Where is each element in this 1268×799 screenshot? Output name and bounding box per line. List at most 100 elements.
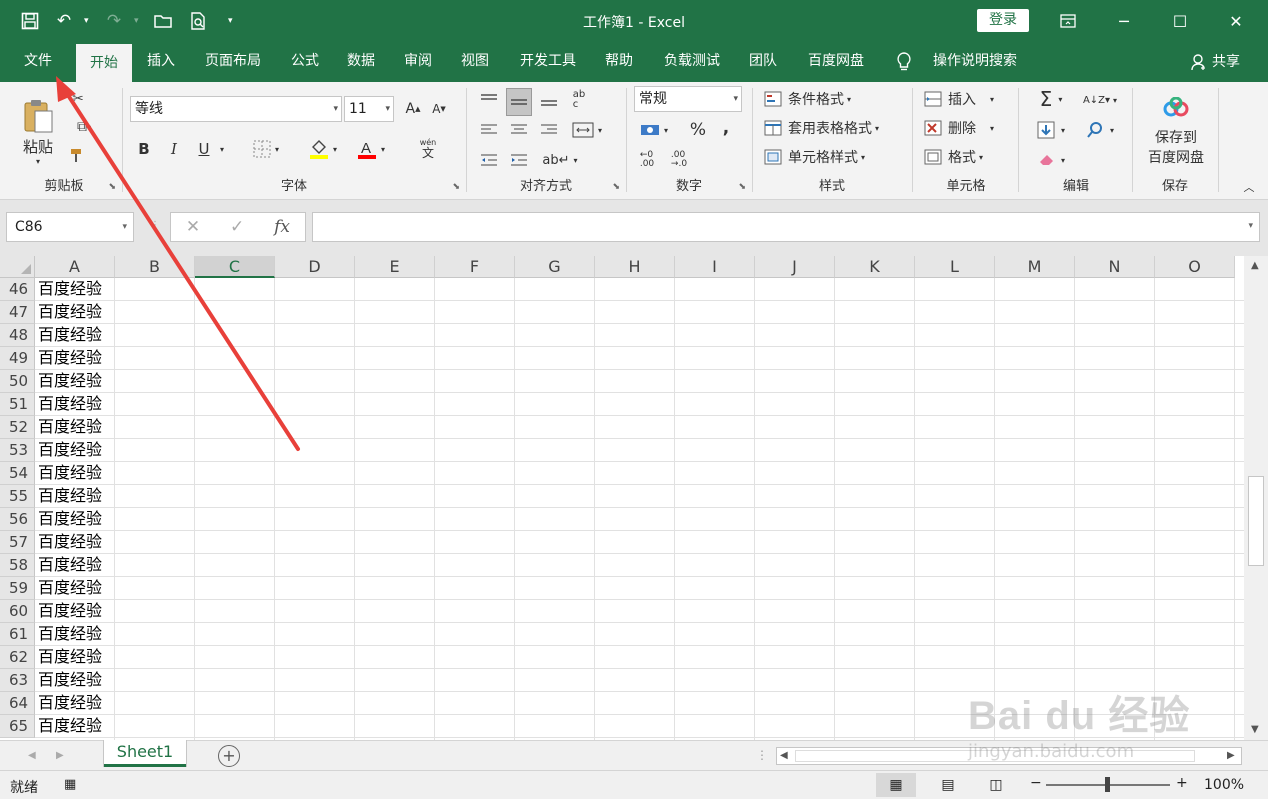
clear-icon[interactable]: ▾ — [1028, 148, 1074, 172]
align-center-icon[interactable] — [506, 118, 532, 142]
page-break-view-icon[interactable]: ◫ — [976, 773, 1016, 797]
column-header[interactable]: H — [595, 256, 675, 278]
cell-a[interactable]: 百度经验 — [35, 278, 115, 301]
font-launcher-icon[interactable]: ⬊ — [452, 182, 460, 192]
column-header[interactable]: F — [435, 256, 515, 278]
sheet-tab-sheet1[interactable]: Sheet1 — [104, 740, 186, 767]
column-header[interactable]: D — [275, 256, 355, 278]
tab-home[interactable]: 开始 — [76, 44, 132, 82]
ribbon-display-options-icon[interactable] — [1040, 0, 1096, 42]
scroll-right-icon[interactable]: ▶ — [1227, 750, 1235, 761]
bold-button[interactable]: B — [134, 138, 154, 160]
name-box[interactable]: C86 ▾ — [6, 212, 134, 242]
login-button[interactable]: 登录 — [977, 9, 1029, 32]
cell-a[interactable]: 百度经验 — [35, 577, 115, 600]
align-left-icon[interactable] — [476, 118, 502, 142]
tab-view[interactable]: 视图 — [454, 42, 496, 82]
open-icon[interactable] — [150, 9, 178, 33]
italic-button[interactable]: I — [164, 138, 184, 160]
worksheet-grid[interactable]: A B C D E F G H I J K L M N O 46 百度经验 47 百度经验 48 百度经验 49 百度经验 5… — [0, 256, 1244, 740]
scroll-down-icon[interactable]: ▼ — [1251, 724, 1259, 735]
cell-a[interactable]: 百度经验 — [35, 393, 115, 416]
close-icon[interactable]: ✕ — [1208, 0, 1264, 42]
macro-record-icon[interactable]: ▦ — [64, 777, 76, 792]
format-painter-icon[interactable] — [66, 144, 90, 166]
cell-a[interactable]: 百度经验 — [35, 347, 115, 370]
fill-color-icon[interactable]: ▾ — [304, 136, 342, 162]
underline-dropdown-icon[interactable]: ▾ — [216, 138, 228, 160]
row-header[interactable]: 59 — [0, 577, 35, 600]
next-sheet-icon[interactable]: ▶ — [56, 750, 64, 761]
column-header[interactable]: J — [755, 256, 835, 278]
row-header[interactable]: 50 — [0, 370, 35, 393]
font-color-icon[interactable]: A ▾ — [352, 136, 390, 162]
borders-icon[interactable]: ▾ — [248, 138, 284, 160]
tab-baidu-netdisk[interactable]: 百度网盘 — [798, 42, 874, 82]
vertical-scroll-thumb[interactable] — [1248, 476, 1264, 566]
column-header[interactable]: I — [675, 256, 755, 278]
row-header[interactable]: 64 — [0, 692, 35, 715]
page-layout-view-icon[interactable]: ▤ — [928, 773, 968, 797]
row-header[interactable]: 65 — [0, 715, 35, 738]
comma-style-button[interactable]: , — [716, 116, 736, 140]
number-launcher-icon[interactable]: ⬊ — [738, 182, 746, 192]
maximize-icon[interactable]: ☐ — [1152, 0, 1208, 42]
cell-a[interactable]: 百度经验 — [35, 600, 115, 623]
cell-a[interactable]: 百度经验 — [35, 531, 115, 554]
save-to-baidu-netdisk-button[interactable]: 保存到 百度网盘 — [1138, 94, 1214, 170]
zoom-in-button[interactable]: + — [1176, 775, 1188, 791]
minimize-icon[interactable]: ─ — [1096, 0, 1152, 42]
find-select-icon[interactable]: ▾ — [1078, 118, 1122, 142]
tab-developer[interactable]: 开发工具 — [510, 42, 586, 82]
tab-team[interactable]: 团队 — [742, 42, 784, 82]
middle-align-icon[interactable] — [506, 88, 532, 116]
clipboard-launcher-icon[interactable]: ⬊ — [108, 182, 116, 192]
paste-dropdown-icon[interactable]: ▾ — [36, 157, 40, 166]
column-header[interactable]: A — [35, 256, 115, 278]
formula-input[interactable]: ▾ — [312, 212, 1260, 242]
undo-icon[interactable]: ↶ — [50, 9, 78, 33]
tab-page-layout[interactable]: 页面布局 — [196, 42, 270, 82]
column-header[interactable]: M — [995, 256, 1075, 278]
cell-a[interactable]: 百度经验 — [35, 692, 115, 715]
cut-icon[interactable]: ✂ — [66, 88, 90, 110]
column-header[interactable]: L — [915, 256, 995, 278]
collapse-ribbon-icon[interactable]: ︿ — [1240, 178, 1258, 196]
undo-dropdown-icon[interactable]: ▾ — [84, 16, 94, 26]
select-all-button[interactable] — [0, 256, 35, 278]
autosum-icon[interactable]: Σ ▾ — [1028, 86, 1074, 112]
cell-styles-button[interactable]: 单元格样式 ▾ — [764, 144, 904, 170]
row-header[interactable]: 58 — [0, 554, 35, 577]
tab-formulas[interactable]: 公式 — [284, 42, 326, 82]
cell-a[interactable]: 百度经验 — [35, 554, 115, 577]
insert-cells-button[interactable]: 插入 ▾ — [924, 86, 1012, 112]
column-header[interactable]: N — [1075, 256, 1155, 278]
phonetic-guide-icon[interactable]: wén 文 — [408, 134, 448, 162]
top-align-icon[interactable] — [476, 88, 502, 112]
column-header[interactable]: K — [835, 256, 915, 278]
increase-indent-icon[interactable] — [506, 148, 532, 172]
font-name-select[interactable]: 等线 ▾ — [130, 96, 342, 122]
sort-filter-icon[interactable]: A↓Z▾ ▾ — [1078, 88, 1122, 112]
row-header[interactable]: 55 — [0, 485, 35, 508]
copy-icon[interactable]: ⧉ ▾ — [66, 116, 102, 138]
percent-style-button[interactable]: % — [686, 118, 710, 142]
row-header[interactable]: 54 — [0, 462, 35, 485]
customize-qat-icon[interactable]: ▾ — [228, 16, 238, 26]
align-right-icon[interactable] — [536, 118, 562, 142]
tab-review[interactable]: 审阅 — [397, 42, 439, 82]
underline-button[interactable]: U — [194, 138, 214, 160]
column-header[interactable]: B — [115, 256, 195, 278]
formula-bar-splitter-icon[interactable]: ⋮ — [150, 220, 160, 231]
save-icon[interactable] — [16, 9, 44, 33]
row-header[interactable]: 62 — [0, 646, 35, 669]
horizontal-scroll-thumb[interactable] — [795, 750, 1195, 762]
cell-a[interactable]: 百度经验 — [35, 324, 115, 347]
column-header[interactable]: C — [195, 256, 275, 278]
decrease-decimal-icon[interactable]: .00 →.0 — [666, 148, 692, 172]
cell-a[interactable]: 百度经验 — [35, 439, 115, 462]
row-header[interactable]: 60 — [0, 600, 35, 623]
conditional-formatting-button[interactable]: 条件格式 ▾ — [764, 86, 904, 112]
row-header[interactable]: 61 — [0, 623, 35, 646]
cell-a[interactable]: 百度经验 — [35, 416, 115, 439]
